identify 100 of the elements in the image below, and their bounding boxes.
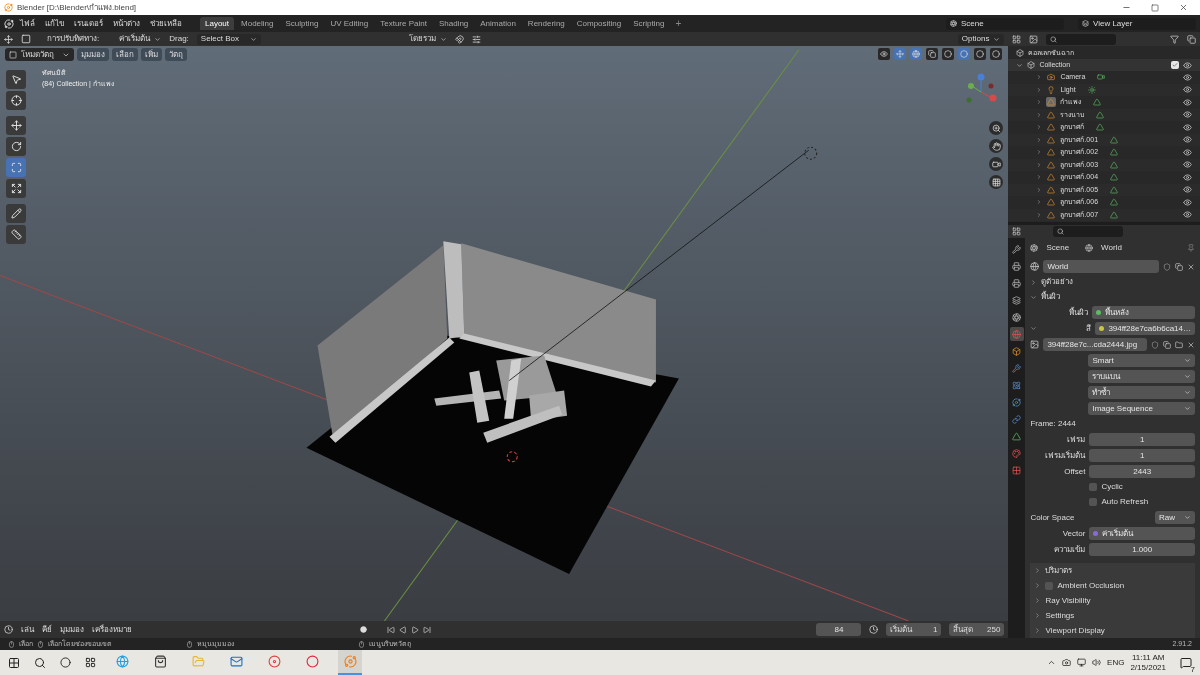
orbit-icon[interactable]	[1009, 395, 1024, 409]
world-name-field[interactable]: World	[1043, 260, 1159, 273]
layers-icon[interactable]	[1009, 293, 1024, 307]
menu-item[interactable]: แก้ไข	[41, 17, 68, 30]
tray-expand-icon[interactable]	[1047, 658, 1057, 667]
play-icon[interactable]	[411, 625, 419, 634]
wrench-icon[interactable]	[1009, 242, 1024, 256]
hand-icon[interactable]	[989, 139, 1004, 153]
visibility-icon[interactable]	[1183, 110, 1192, 120]
visibility-icon[interactable]	[1183, 135, 1192, 145]
editor-type-icon[interactable]	[4, 625, 13, 634]
image-name-field[interactable]: 394ff28e7c...cda2444.jpg	[1043, 338, 1147, 351]
play-reverse-icon[interactable]	[399, 625, 407, 634]
workspace-tab[interactable]: Modeling	[236, 17, 279, 30]
add-workspace-button[interactable]: +	[671, 16, 686, 31]
surface-field[interactable]: พื้นหลัง	[1092, 306, 1195, 319]
options-dropdown[interactable]: Options	[957, 33, 1005, 45]
display-mode-icon[interactable]	[1012, 34, 1022, 44]
task-view-icon[interactable]	[60, 657, 71, 668]
triangle-icon[interactable]	[1046, 172, 1057, 183]
triangle-icon[interactable]	[1046, 147, 1057, 158]
dropdown[interactable]: Smart	[1088, 354, 1195, 367]
clock-date[interactable]: 2/15/2021	[1130, 662, 1166, 673]
triangle-icon[interactable]	[1046, 209, 1057, 220]
color-field[interactable]: 394ff28e7ca6b6ca14…	[1095, 322, 1195, 335]
network-icon[interactable]	[1077, 658, 1087, 667]
gizmo-icon[interactable]	[894, 48, 907, 60]
visibility-icon[interactable]	[1183, 60, 1192, 70]
section-header[interactable]: พื้นผิว	[1030, 291, 1195, 303]
triangle-icon[interactable]	[1046, 122, 1057, 133]
search-icon[interactable]	[34, 656, 46, 669]
overlay-icon[interactable]	[910, 48, 923, 60]
visibility-icon[interactable]	[1183, 72, 1192, 82]
collection-checkbox[interactable]	[1171, 61, 1179, 69]
camera-icon[interactable]	[1062, 658, 1072, 667]
checker-icon[interactable]	[1009, 463, 1024, 477]
end-frame-field[interactable]: สิ้นสุด 250	[949, 623, 1005, 636]
dropdown[interactable]: ทำซ้ำ	[1088, 386, 1195, 399]
editor-type-icon[interactable]	[1012, 227, 1022, 236]
triangle-icon[interactable]	[1046, 197, 1057, 208]
visibility-icon[interactable]	[1183, 185, 1192, 195]
subpanel-header[interactable]: ปริมาตร	[1030, 563, 1195, 578]
subpanel-header[interactable]: Ray Visibility	[1030, 593, 1195, 608]
tool-button[interactable]	[6, 225, 26, 244]
menu-item[interactable]: ช่วยเหลือ	[146, 17, 186, 30]
image-icon[interactable]	[1029, 34, 1039, 44]
link-icon[interactable]	[1009, 412, 1024, 426]
tool-button[interactable]	[6, 70, 26, 89]
maximize-icon[interactable]	[1151, 3, 1159, 12]
globe-icon[interactable]	[1009, 327, 1024, 341]
clock-time[interactable]: 11:11 AM	[1131, 652, 1165, 663]
language-indicator[interactable]: ENG	[1107, 656, 1125, 669]
pivot-dropdown[interactable]: โดยรวม	[408, 33, 447, 45]
shield-icon[interactable]	[1163, 262, 1171, 271]
new-collection-icon[interactable]	[1187, 34, 1196, 44]
current-frame-field[interactable]: 84	[816, 623, 862, 636]
printer-icon[interactable]	[1009, 276, 1024, 290]
search-field[interactable]	[1053, 226, 1124, 237]
view-layer-field[interactable]: View Layer	[1078, 17, 1196, 30]
zoom-icon[interactable]	[989, 121, 1004, 135]
xray-icon[interactable]	[926, 48, 939, 60]
mode-dropdown[interactable]: โหมดวัตถุ	[5, 48, 74, 61]
menu-item[interactable]: หน้าต่าง	[109, 17, 144, 30]
grid-icon[interactable]	[989, 175, 1004, 189]
image-icon[interactable]	[1030, 340, 1040, 349]
stopwatch-icon[interactable]	[869, 625, 879, 634]
timeline-menu[interactable]: คีย์	[42, 623, 52, 636]
visibility-icon[interactable]	[1183, 97, 1192, 107]
cube-icon[interactable]	[1009, 344, 1024, 358]
close-icon[interactable]	[1187, 340, 1195, 349]
visibility-icon[interactable]	[1183, 85, 1192, 95]
timeline-menu[interactable]: เล่น	[21, 623, 34, 636]
checkbox[interactable]	[1089, 498, 1098, 506]
tool-button[interactable]	[6, 116, 26, 135]
orientation-dropdown[interactable]: ค่าเริ่มต้น	[119, 33, 162, 45]
widgets-icon[interactable]	[85, 657, 96, 668]
dropdown[interactable]: Image Sequence	[1088, 402, 1195, 415]
checkbox[interactable]	[1045, 581, 1054, 590]
close-icon[interactable]	[1179, 3, 1188, 12]
workspace-tab[interactable]: Shading	[433, 17, 474, 30]
triangle-icon[interactable]	[1046, 134, 1057, 145]
expand-icon[interactable]	[1016, 61, 1024, 69]
palette-icon[interactable]	[1009, 446, 1024, 460]
checkbox[interactable]	[1089, 483, 1098, 491]
visibility-icon[interactable]	[1183, 172, 1192, 182]
breadcrumb-item[interactable]: Scene	[1046, 242, 1070, 254]
triangle-icon[interactable]	[1046, 159, 1057, 170]
workspace-tab[interactable]: Scripting	[628, 17, 670, 30]
timeline-menu[interactable]: เครื่องหมาย	[92, 623, 132, 636]
volume-icon[interactable]	[1092, 658, 1102, 667]
workspace-tab[interactable]: UV Editing	[325, 17, 374, 30]
viewport-menu[interactable]: มุมมอง	[77, 48, 109, 61]
vector-field[interactable]: ค่าเริ่มต้น	[1089, 527, 1195, 540]
timeline-menu[interactable]: มุมมอง	[60, 623, 84, 636]
dropdown[interactable]: ราบแบน	[1088, 370, 1195, 383]
triangle-icon[interactable]	[1009, 429, 1024, 443]
triangle-icon[interactable]	[1046, 184, 1057, 195]
subpanel-header[interactable]: Ambient Occlusion	[1030, 578, 1195, 593]
keyframe-icon[interactable]	[360, 626, 367, 633]
subpanel-header[interactable]: Settings	[1030, 608, 1195, 623]
